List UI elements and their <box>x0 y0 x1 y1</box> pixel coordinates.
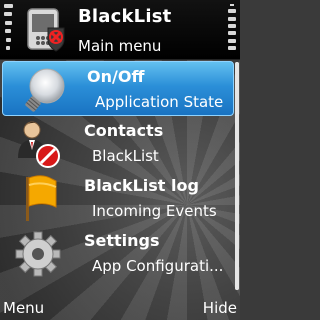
gear-icon <box>12 228 68 280</box>
blacklist-app-icon <box>24 6 70 54</box>
battery-icon <box>227 4 237 50</box>
blocked-contact-icon <box>12 118 68 170</box>
menu-item-label: Contacts <box>84 121 164 140</box>
main-menu-list: On/Off Application State Contacts BlackL… <box>0 61 240 281</box>
menu-item-contacts[interactable]: Contacts BlackList <box>0 116 234 171</box>
status-header: BlackList Main menu <box>0 0 240 60</box>
scrollbar[interactable] <box>235 62 239 290</box>
softkey-bar: Menu Hide <box>0 298 240 320</box>
menu-item-label: Settings <box>84 231 160 250</box>
menu-item-sublabel: Application State <box>95 93 224 111</box>
lightbulb-icon <box>15 64 71 116</box>
menu-item-settings[interactable]: Settings App Configurati... <box>0 226 234 281</box>
flag-icon <box>12 173 68 225</box>
scrollbar-thumb[interactable] <box>235 62 239 290</box>
menu-item-label: BlackList log <box>84 176 199 195</box>
menu-item-sublabel: BlackList <box>92 147 159 165</box>
signal-strength-icon <box>3 4 13 50</box>
menu-item-sublabel: App Configurati... <box>92 257 224 275</box>
app-subtitle: Main menu <box>78 37 162 55</box>
menu-item-label: On/Off <box>87 67 145 86</box>
menu-item-blacklist-log[interactable]: BlackList log Incoming Events <box>0 171 234 226</box>
hide-softkey[interactable]: Hide <box>203 299 237 317</box>
menu-item-on-off[interactable]: On/Off Application State <box>2 61 234 116</box>
menu-softkey[interactable]: Menu <box>3 299 44 317</box>
app-title: BlackList <box>78 6 172 27</box>
menu-item-sublabel: Incoming Events <box>92 202 217 220</box>
